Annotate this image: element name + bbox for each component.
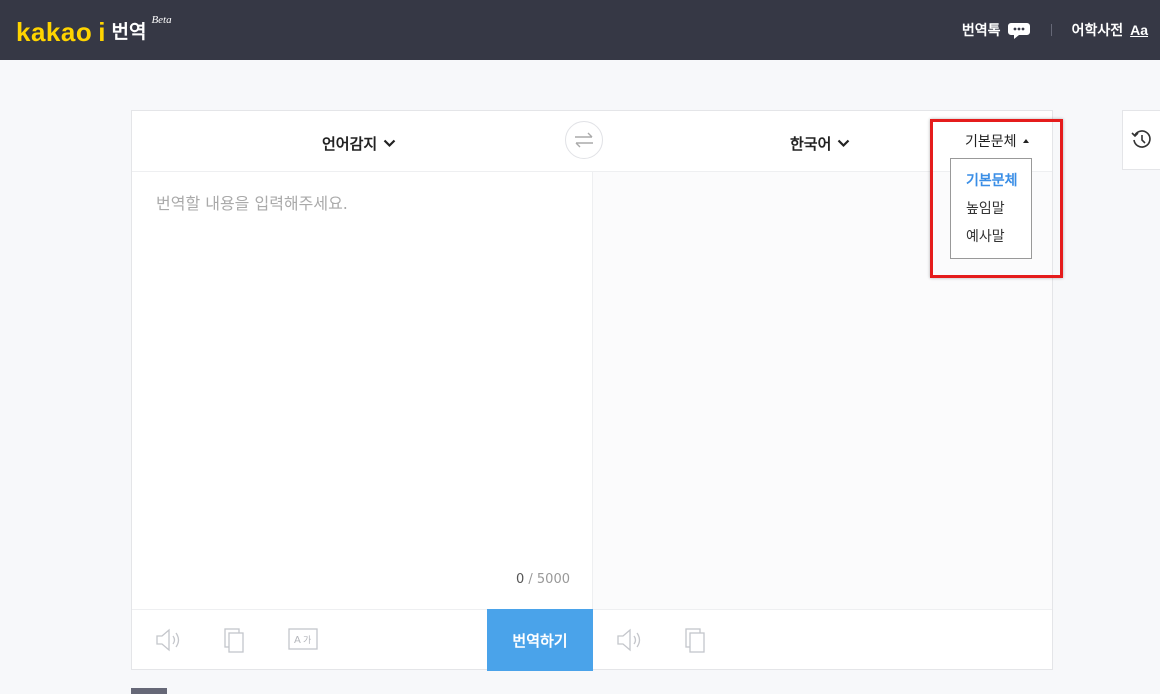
svg-text:A: A: [294, 635, 301, 646]
dictionary-link[interactable]: 어학사전 Aa: [1072, 20, 1148, 40]
language-bar: 언어감지 한국어 기본문체 기본문체 높임말 예사말: [132, 111, 1052, 259]
chat-bubble-icon: [1007, 23, 1030, 39]
swap-languages-button[interactable]: [565, 121, 603, 159]
source-text-input[interactable]: [156, 190, 566, 570]
source-speaker-icon[interactable]: [155, 628, 183, 652]
handwriting-input-icon[interactable]: A 가: [288, 628, 318, 650]
notice-text-cutoff: [178, 688, 588, 694]
logo-beta-text: Beta: [151, 14, 172, 26]
source-copy-icon[interactable]: [224, 628, 246, 654]
target-language-select[interactable]: 한국어: [790, 133, 850, 154]
source-language-label: 언어감지: [322, 135, 378, 153]
character-count-max: / 5000: [524, 572, 570, 587]
speech-style-dropdown: 기본문체 높임말 예사말: [950, 158, 1032, 259]
history-clock-icon: [1130, 130, 1151, 148]
translate-button[interactable]: 번역하기: [487, 609, 593, 671]
translation-talk-label: 번역톡: [961, 23, 1001, 39]
chevron-down-icon: [838, 139, 850, 148]
history-tab[interactable]: [1122, 110, 1160, 170]
chevron-down-icon: [383, 139, 396, 148]
translation-talk-link[interactable]: 번역톡: [962, 20, 1031, 40]
notice-badge: [131, 688, 167, 694]
logo-kakao-text: kakao: [16, 17, 93, 47]
swap-arrows-icon: [575, 132, 593, 148]
dictionary-label: 어학사전: [1071, 23, 1124, 39]
target-language-label: 한국어: [790, 135, 832, 153]
svg-text:가: 가: [303, 635, 311, 646]
result-speaker-icon[interactable]: [616, 628, 644, 652]
style-option-honorific[interactable]: 높임말: [951, 196, 1031, 224]
nav-divider: [1050, 24, 1052, 36]
character-counter: 0 / 5000: [516, 572, 570, 587]
source-text-area: 0 / 5000: [132, 172, 593, 609]
source-language-select[interactable]: 언어감지: [322, 133, 396, 154]
speech-style-current: 기본문체: [965, 134, 1017, 150]
translator-panel: 언어감지 한국어 기본문체 기본문체 높임말 예사말 번역할 내용을 입력해주세…: [131, 110, 1053, 671]
font-aa-icon: Aa: [1130, 22, 1148, 38]
result-copy-icon[interactable]: [685, 628, 707, 654]
speech-style-toggle[interactable]: 기본문체: [965, 131, 1029, 151]
style-option-default[interactable]: 기본문체: [951, 168, 1031, 196]
logo-title-text: 번역: [111, 21, 147, 43]
bottom-toolbar: A 가 번역하기: [132, 609, 1052, 671]
style-option-plain[interactable]: 예사말: [951, 224, 1031, 252]
top-navigation-bar: kakao i 번역 Beta 번역톡 어학사전 Aa: [0, 0, 1160, 60]
logo-i-text: i: [98, 17, 106, 47]
caret-up-icon: [1022, 139, 1029, 143]
header-nav: 번역톡 어학사전 Aa: [962, 0, 1148, 60]
kakao-i-translate-logo[interactable]: kakao i 번역 Beta: [16, 13, 172, 47]
